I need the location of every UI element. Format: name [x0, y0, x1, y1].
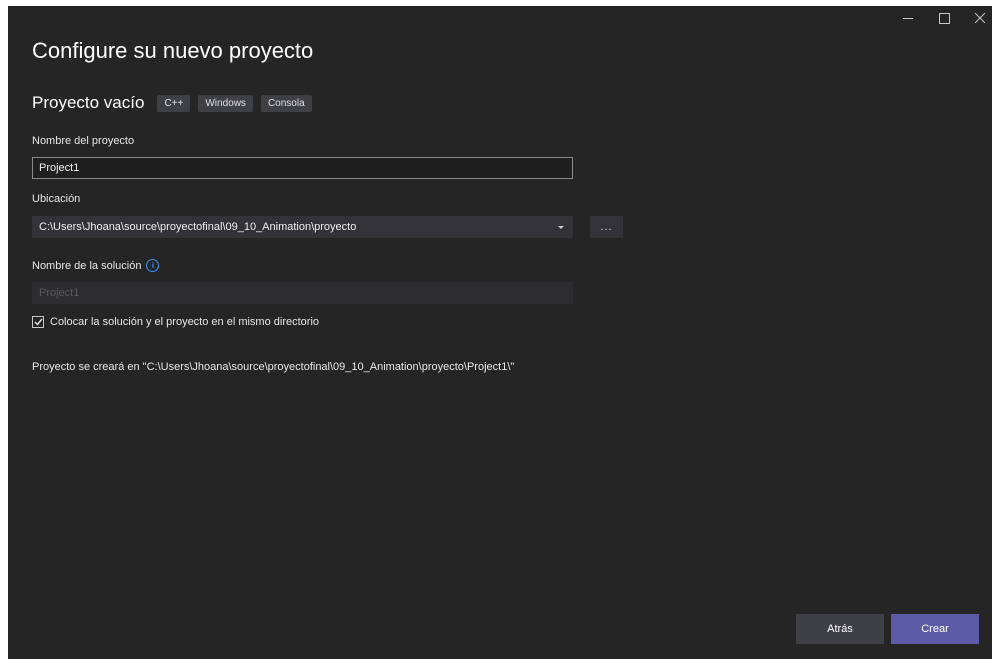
- minimize-icon: [903, 17, 913, 19]
- create-button[interactable]: Crear: [891, 614, 979, 644]
- minimize-button[interactable]: [890, 6, 926, 30]
- project-name-label: Nombre del proyecto: [32, 135, 134, 147]
- tag-language: C++: [157, 94, 191, 112]
- configure-project-window: Configure su nuevo proyecto Proyecto vac…: [8, 6, 992, 659]
- same-directory-option[interactable]: Colocar la solución y el proyecto en el …: [32, 316, 319, 328]
- project-path-info: Proyecto se creará en "C:\Users\Jhoana\s…: [32, 361, 515, 373]
- solution-name-label-text: Nombre de la solución: [32, 259, 142, 272]
- back-button[interactable]: Atrás: [796, 614, 884, 644]
- project-name-input[interactable]: [32, 157, 573, 179]
- solution-name-label: Nombre de la solución i: [32, 259, 160, 272]
- same-directory-checkbox[interactable]: [32, 316, 44, 328]
- chevron-down-icon[interactable]: [558, 225, 564, 229]
- template-header: Proyecto vacío C++ Windows Consola: [32, 93, 320, 113]
- location-label: Ubicación: [32, 193, 80, 205]
- project-name-label-text: Nombre del proyecto: [32, 135, 135, 147]
- template-name: Proyecto vacío: [32, 93, 145, 112]
- tag-project-type: Consola: [260, 94, 312, 112]
- location-value: C:\Users\Jhoana\source\proyectofinal\09_…: [39, 221, 357, 233]
- solution-name-value: Project1: [39, 287, 80, 299]
- page-title: Configure su nuevo proyecto: [32, 38, 314, 63]
- solution-name-input-disabled: Project1: [32, 282, 573, 304]
- close-icon: [975, 13, 985, 23]
- location-combobox[interactable]: C:\Users\Jhoana\source\proyectofinal\09_…: [32, 216, 573, 238]
- browse-button[interactable]: ...: [590, 216, 623, 238]
- maximize-icon: [938, 12, 950, 24]
- checkmark-icon: [34, 318, 43, 326]
- info-icon[interactable]: i: [146, 259, 160, 272]
- tag-platform: Windows: [198, 94, 253, 112]
- close-button[interactable]: [962, 6, 992, 30]
- location-label-text: Ubicación: [32, 193, 81, 205]
- maximize-button[interactable]: [926, 6, 962, 30]
- same-directory-label: Colocar la solución y el proyecto en el …: [50, 316, 320, 328]
